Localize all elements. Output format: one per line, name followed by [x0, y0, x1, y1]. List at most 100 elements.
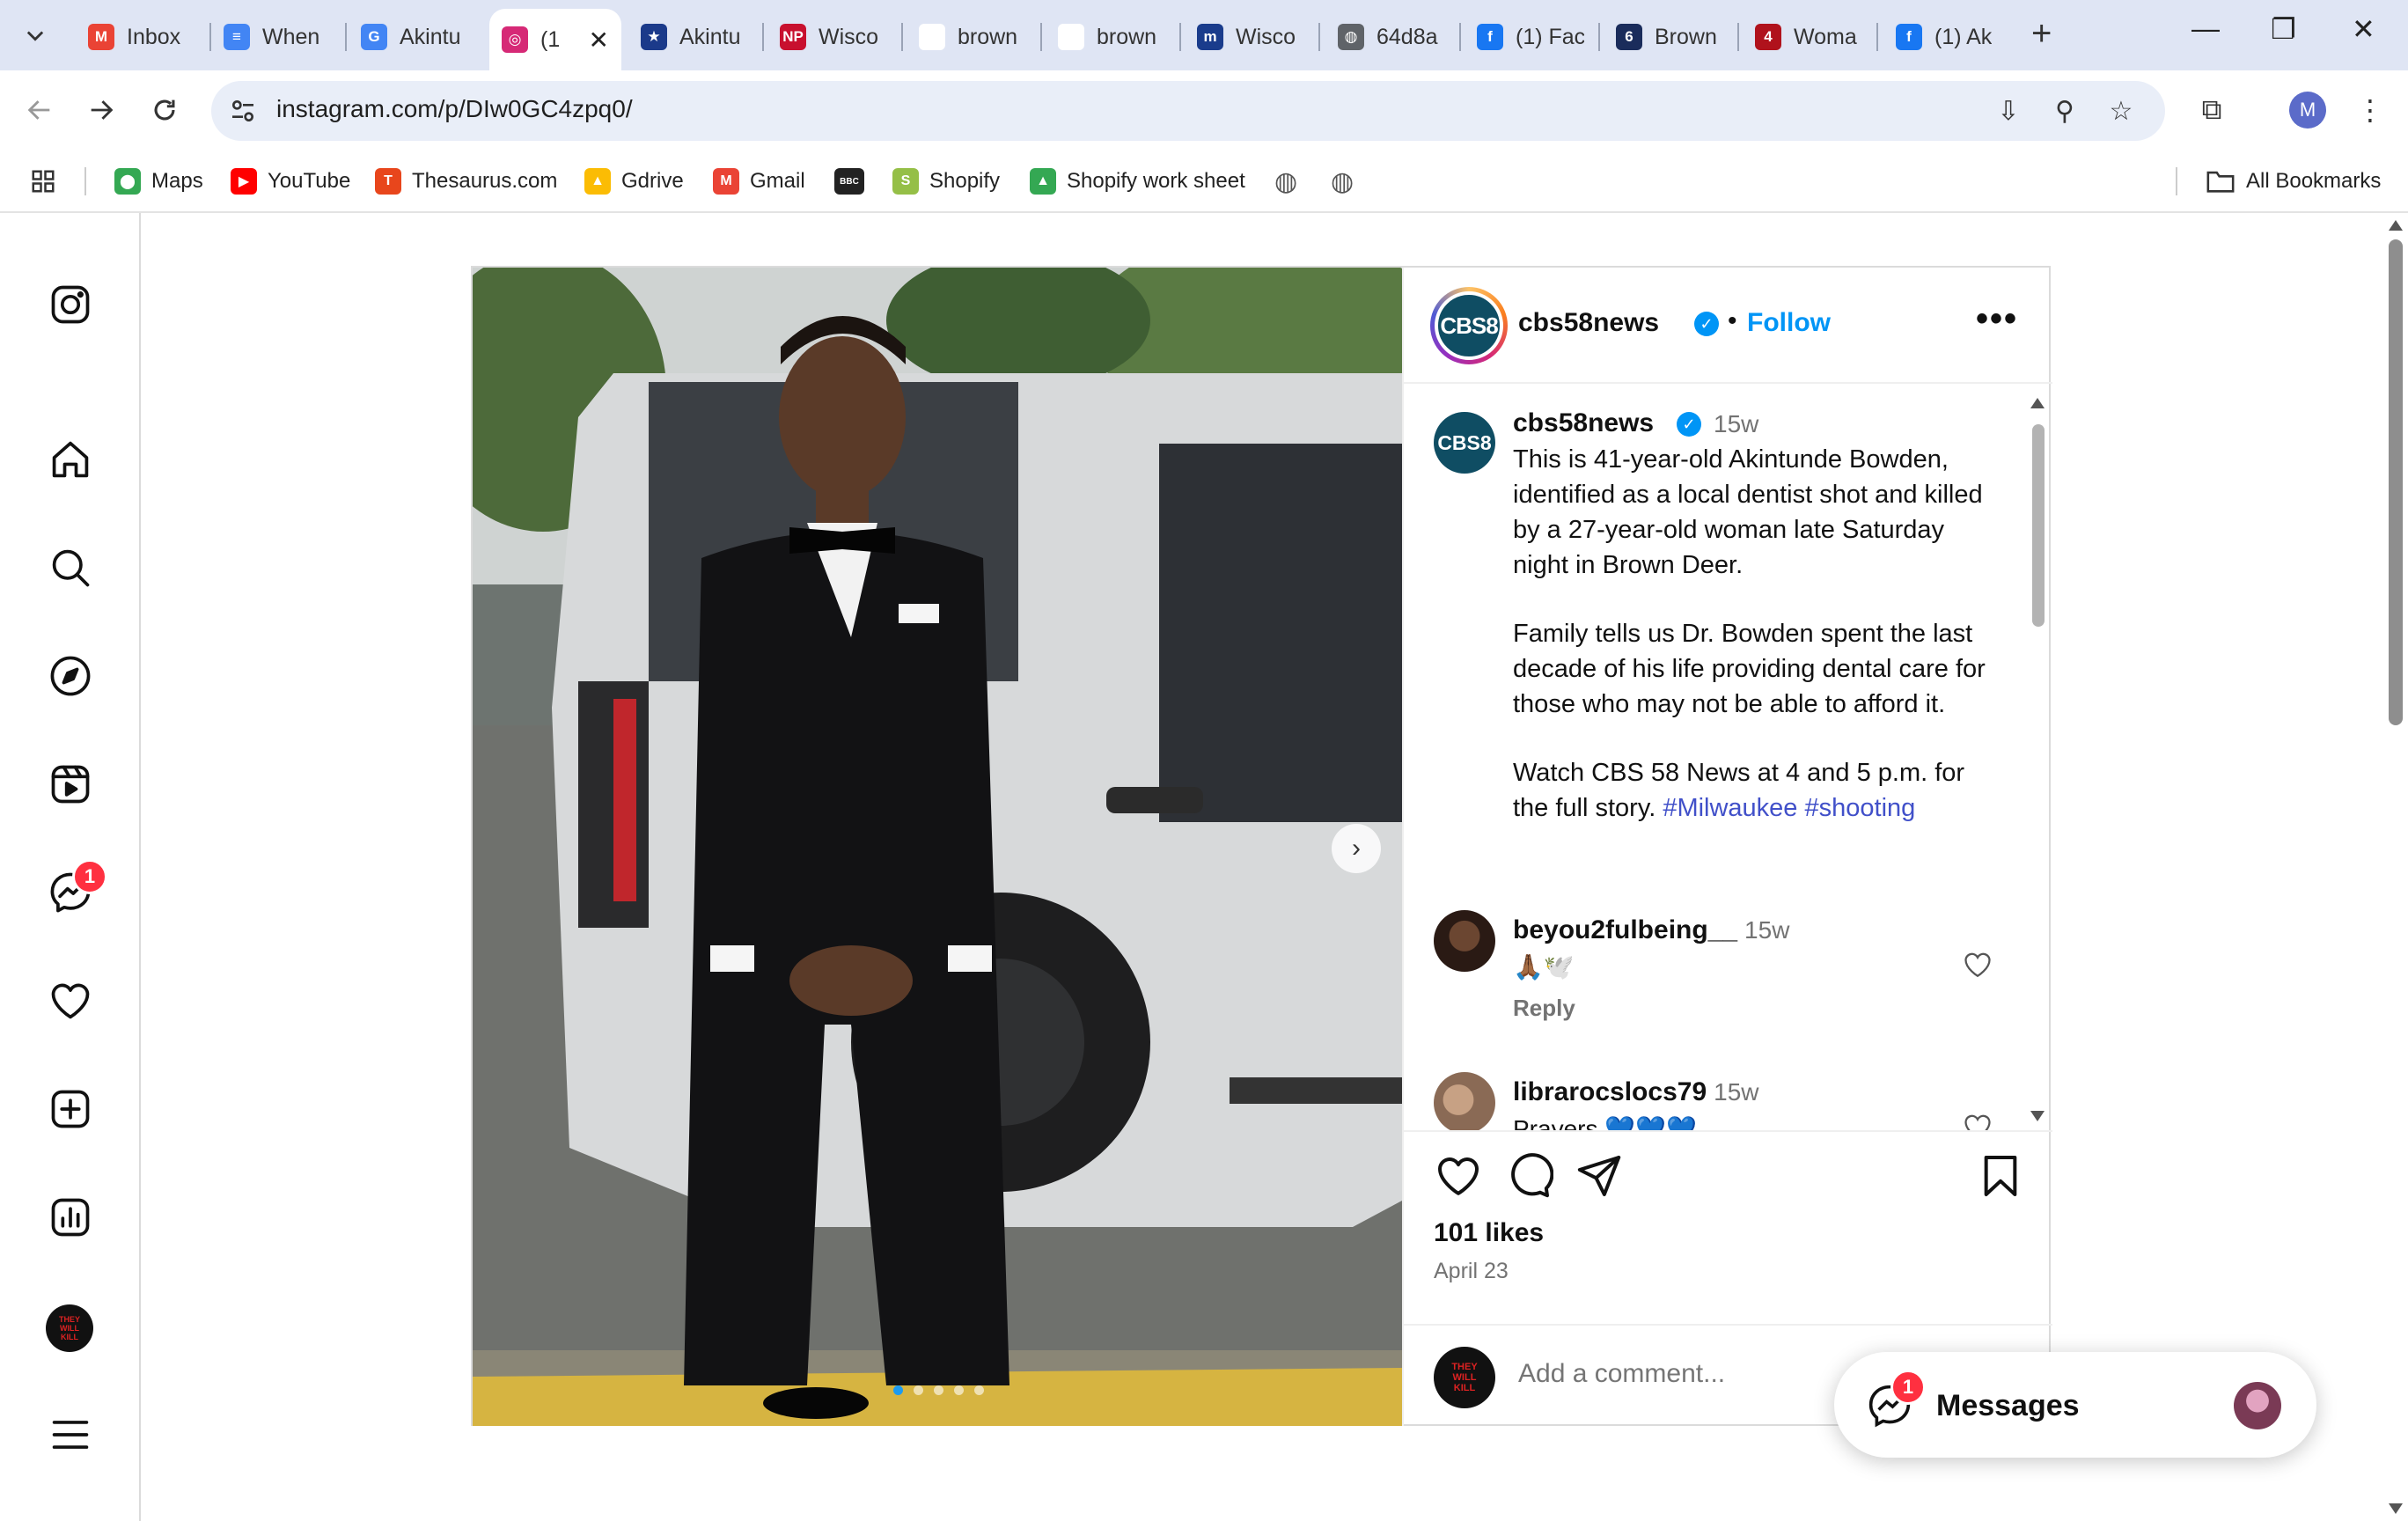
bookmark-item[interactable]: S Shopify — [892, 164, 1000, 199]
gmail-icon: M — [713, 168, 739, 195]
reply-button[interactable]: Reply — [1513, 995, 1575, 1022]
browser-tab[interactable]: ≡ When — [211, 11, 343, 63]
scroll-thumb[interactable] — [2032, 424, 2045, 627]
site-settings-icon[interactable] — [229, 97, 257, 125]
home-icon[interactable] — [44, 433, 97, 486]
back-button[interactable] — [18, 88, 62, 132]
caption-author[interactable]: cbs58news — [1513, 408, 1654, 438]
menu-kebab-icon[interactable]: ⋮ — [2348, 88, 2392, 132]
all-bookmarks-button[interactable]: All Bookmarks — [2206, 164, 2381, 199]
bookmark-item[interactable]: T Thesaurus.com — [375, 164, 557, 199]
comment-author-name[interactable]: beyou2fulbeing__ — [1513, 915, 1737, 944]
scroll-up-arrow-icon[interactable] — [2030, 398, 2045, 408]
forward-button[interactable] — [79, 88, 123, 132]
comments-scrollbar[interactable] — [2030, 398, 2045, 1121]
bookmark-globe-1[interactable]: ◍ — [1274, 164, 1297, 199]
globe-icon: ◍ — [1274, 166, 1298, 196]
address-bar[interactable]: instagram.com/p/DIw0GC4zpq0/ ⇩ ⚲ ☆ — [211, 81, 2165, 141]
hashtag-link[interactable]: #Milwaukee — [1663, 794, 1797, 822]
bookmark-item[interactable]: ▲ Shopify work sheet — [1030, 164, 1245, 199]
cbs58-logo: CBS8 — [1435, 291, 1503, 360]
bookmark-star-icon[interactable]: ☆ — [2103, 93, 2139, 129]
browser-tab[interactable]: ◍ 64d8a — [1325, 11, 1457, 63]
tab-title: Akintu — [400, 24, 461, 49]
bookmark-item[interactable]: ⬤ Maps — [114, 164, 203, 199]
caption-paragraph-2: Family tells us Dr. Bowden spent the las… — [1513, 620, 1986, 718]
bookmark-item[interactable]: ▲ Gdrive — [584, 164, 684, 199]
zoom-icon[interactable]: ⚲ — [2047, 93, 2082, 129]
browser-tab[interactable]: brown — [1046, 11, 1178, 63]
browser-tab[interactable]: f (1) Fac — [1465, 11, 1597, 63]
arrow-left-icon — [27, 100, 50, 120]
browser-tab[interactable]: M Inbox — [76, 11, 208, 63]
bookmark-globe-2[interactable]: ◍ — [1331, 164, 1354, 199]
reels-icon[interactable] — [44, 758, 97, 811]
messages-button[interactable]: 1 Messages — [1834, 1352, 2316, 1458]
more-menu-icon[interactable] — [44, 1408, 97, 1461]
bookmark-item[interactable]: M Gmail — [713, 164, 805, 199]
scroll-down-arrow-icon[interactable] — [2030, 1111, 2045, 1121]
page-scrollbar[interactable] — [2383, 213, 2408, 1521]
install-app-icon[interactable]: ⇩ — [1991, 93, 2026, 129]
url-text[interactable]: instagram.com/p/DIw0GC4zpq0/ — [276, 95, 633, 123]
search-icon[interactable] — [44, 541, 97, 594]
comment-author[interactable]: beyou2fulbeing__ 15w — [1513, 915, 1789, 945]
profile-avatar[interactable]: M — [2289, 92, 2326, 129]
notifications-heart-icon[interactable] — [44, 974, 97, 1027]
browser-tab[interactable]: f (1) Ak — [1883, 11, 2015, 63]
restore-button[interactable]: ❐ — [2271, 12, 2296, 46]
browser-tab[interactable]: 6 Brown — [1604, 11, 1736, 63]
hashtag-link[interactable]: #shooting — [1805, 794, 1916, 822]
account-name[interactable]: cbs58news — [1518, 308, 1659, 338]
bookmark-item[interactable]: BBC — [834, 164, 864, 199]
close-window-button[interactable]: ✕ — [2352, 12, 2375, 46]
explore-compass-icon[interactable] — [44, 650, 97, 702]
commenter-avatar[interactable] — [1434, 1072, 1495, 1130]
browser-tab[interactable]: brown — [907, 11, 1039, 63]
likes-count[interactable]: 101 likes — [1434, 1218, 1544, 1248]
browser-tab[interactable]: NP Wisco — [767, 11, 899, 63]
commenter-avatar[interactable] — [1434, 910, 1495, 972]
apps-grid-icon[interactable] — [30, 164, 56, 199]
share-send-icon[interactable] — [1575, 1151, 1624, 1201]
create-plus-icon[interactable] — [44, 1083, 97, 1135]
tab-search-button[interactable] — [12, 12, 58, 58]
minimize-button[interactable]: — — [2191, 12, 2220, 45]
profile-avatar-nav[interactable]: THEY WILL KILL — [46, 1304, 93, 1352]
reload-button[interactable] — [143, 88, 187, 132]
account-avatar[interactable]: CBS8 — [1430, 287, 1508, 364]
instagram-logo-icon[interactable] — [44, 278, 97, 331]
post-photo[interactable]: › — [473, 268, 1402, 1426]
like-heart-icon[interactable] — [1434, 1151, 1483, 1201]
tab-separator — [901, 23, 903, 51]
comment-bubble-icon[interactable] — [1504, 1151, 1554, 1201]
page-scroll-up-icon[interactable] — [2389, 220, 2403, 231]
save-bookmark-icon[interactable] — [1976, 1151, 2025, 1201]
bookmark-item[interactable]: ▶ YouTube — [231, 164, 350, 199]
tab-separator — [1737, 23, 1739, 51]
globe-icon: ◍ — [1331, 166, 1354, 196]
follow-button[interactable]: Follow — [1747, 308, 1831, 338]
caption-time[interactable]: 15w — [1714, 410, 1758, 438]
browser-tab[interactable]: 4 Woma — [1743, 11, 1875, 63]
browser-tab[interactable]: ★ Akintu — [628, 11, 760, 63]
comment-like-heart-icon[interactable] — [1962, 1111, 1997, 1130]
page-scroll-down-icon[interactable] — [2389, 1503, 2403, 1514]
new-tab-button[interactable]: + — [2031, 14, 2052, 54]
page-scroll-thumb[interactable] — [2389, 239, 2403, 725]
browser-tab[interactable]: G Akintu — [349, 11, 481, 63]
close-tab-icon[interactable]: ✕ — [589, 26, 609, 55]
comment-author-name[interactable]: librarocslocs79 — [1513, 1077, 1707, 1106]
extensions-icon[interactable]: ⧉ — [2190, 88, 2234, 132]
browser-tab[interactable]: ◎ (1 ✕ — [489, 9, 621, 70]
caption-avatar[interactable]: CBS8 — [1434, 412, 1495, 474]
caption-paragraph-1: This is 41-year-old Akintunde Bowden, id… — [1513, 445, 1983, 579]
carousel-dot — [914, 1385, 923, 1395]
insights-chart-icon[interactable] — [44, 1191, 97, 1244]
more-options-button[interactable]: ••• — [1976, 299, 2018, 339]
next-photo-button[interactable]: › — [1332, 824, 1381, 873]
docs-icon: ≡ — [224, 24, 250, 50]
comment-like-heart-icon[interactable] — [1962, 949, 1997, 984]
comment-author[interactable]: librarocslocs79 15w — [1513, 1077, 1759, 1107]
browser-tab[interactable]: m Wisco — [1185, 11, 1317, 63]
